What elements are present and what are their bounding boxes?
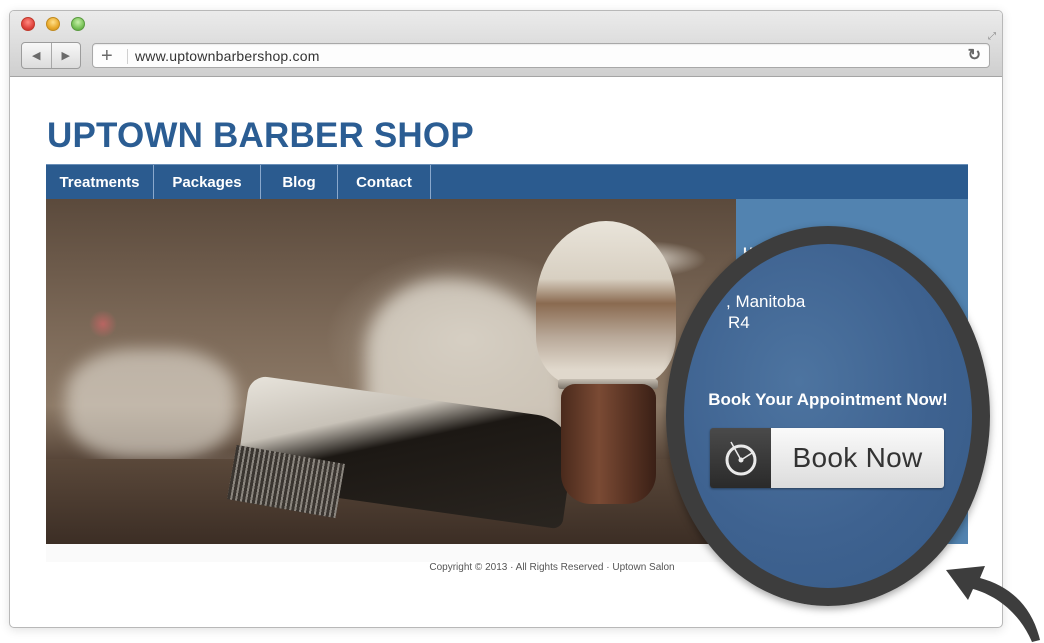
reload-icon[interactable]: ↻ xyxy=(968,45,981,65)
main-nav: Treatments Packages Blog Contact xyxy=(46,164,968,199)
new-tab-icon[interactable]: + xyxy=(101,45,113,67)
clock-icon xyxy=(725,441,756,476)
close-window-button[interactable] xyxy=(21,17,35,31)
url-input[interactable] xyxy=(135,46,915,66)
zoom-window-button[interactable] xyxy=(71,17,85,31)
nav-treatments[interactable]: Treatments xyxy=(46,165,154,199)
hero-image-barber-tools xyxy=(46,199,736,544)
pointer-arrow-icon xyxy=(946,566,1040,642)
back-arrow-icon: ◀ xyxy=(32,50,41,62)
site-title: UPTOWN BARBER SHOP xyxy=(47,116,474,155)
minimize-window-button[interactable] xyxy=(46,17,60,31)
nav-packages[interactable]: Packages xyxy=(154,165,261,199)
forward-button[interactable]: ▶ xyxy=(50,43,81,68)
hero-shaving-brush-handle xyxy=(561,384,656,504)
fullscreen-icon[interactable]: ⤢ xyxy=(988,31,996,42)
nav-contact[interactable]: Contact xyxy=(338,165,431,199)
address-line-2: R4 xyxy=(728,313,750,332)
magnifier-callout: , Manitoba R4 Book Your Appointment Now!… xyxy=(666,226,990,606)
address-bar-divider xyxy=(127,49,128,64)
appointment-cta-text: Book Your Appointment Now! xyxy=(708,390,948,409)
back-button[interactable]: ◀ xyxy=(22,43,51,68)
book-now-button[interactable]: Book Now xyxy=(710,428,944,488)
hero-shaving-brush-bristles xyxy=(536,221,676,386)
forward-arrow-icon: ▶ xyxy=(61,50,70,62)
book-now-icon-box xyxy=(710,428,771,488)
history-nav: ◀ ▶ xyxy=(21,42,81,69)
hero-bg-chair xyxy=(66,349,236,459)
nav-blog[interactable]: Blog xyxy=(261,165,338,199)
address-bar: + ↻ xyxy=(92,43,990,68)
book-now-label: Book Now xyxy=(771,428,944,488)
address-line-1: , Manitoba xyxy=(726,292,806,311)
footer-strip xyxy=(46,544,736,562)
browser-toolbar: ◀ ▶ + ↻ ⤢ xyxy=(10,11,1002,77)
